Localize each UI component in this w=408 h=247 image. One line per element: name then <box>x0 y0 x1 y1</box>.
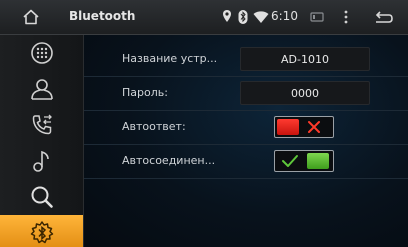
sidebar <box>0 35 84 247</box>
sidebar-item-music[interactable] <box>0 143 83 179</box>
device-name-label: Название устр... <box>122 52 218 65</box>
back-icon[interactable] <box>374 9 394 25</box>
more-icon[interactable] <box>344 9 348 25</box>
sidebar-item-dialpad[interactable] <box>0 35 83 71</box>
password-field[interactable]: 0000 <box>240 81 370 105</box>
settings-panel: Название устр... AD-1010 Пароль: 0000 Ав… <box>84 35 408 247</box>
toggle-knob-off <box>277 119 299 135</box>
wifi-icon <box>253 11 269 23</box>
settings-row-device-name: Название устр... AD-1010 <box>84 42 408 77</box>
password-label: Пароль: <box>122 86 168 99</box>
auto-connect-label: Автосоединен... <box>122 154 216 167</box>
auto-answer-label: Автоответ: <box>122 120 186 133</box>
settings-row-auto-answer: Автоответ: <box>84 110 408 145</box>
settings-row-auto-connect: Автосоединен... <box>84 144 408 179</box>
bluetooth-settings-screen: Bluetooth 6:10 Название устр... AD-1010 … <box>0 0 408 247</box>
close-icon <box>308 121 320 133</box>
page-title: Bluetooth <box>69 9 136 23</box>
dialpad-icon <box>30 42 53 64</box>
auto-connect-toggle[interactable] <box>274 150 334 172</box>
settings-row-password: Пароль: 0000 <box>84 76 408 111</box>
sidebar-item-call-log[interactable] <box>0 107 83 143</box>
contacts-icon <box>30 79 53 100</box>
check-icon <box>282 155 298 167</box>
music-icon <box>32 150 49 172</box>
sd-card-icon <box>310 12 324 22</box>
sidebar-item-bluetooth-settings[interactable] <box>0 215 83 247</box>
clock: 6:10 <box>271 9 298 23</box>
call-log-icon <box>32 114 52 135</box>
bluetooth-settings-icon <box>30 221 53 244</box>
auto-answer-toggle[interactable] <box>274 116 334 138</box>
sidebar-item-contacts[interactable] <box>0 71 83 107</box>
toggle-knob-on <box>307 153 329 169</box>
sidebar-item-search[interactable] <box>0 179 83 215</box>
search-icon <box>31 186 53 208</box>
bluetooth-icon <box>238 10 248 24</box>
status-bar: Bluetooth 6:10 <box>0 0 408 35</box>
home-icon[interactable] <box>22 8 40 26</box>
device-name-field[interactable]: AD-1010 <box>240 47 370 71</box>
location-icon <box>223 10 231 22</box>
